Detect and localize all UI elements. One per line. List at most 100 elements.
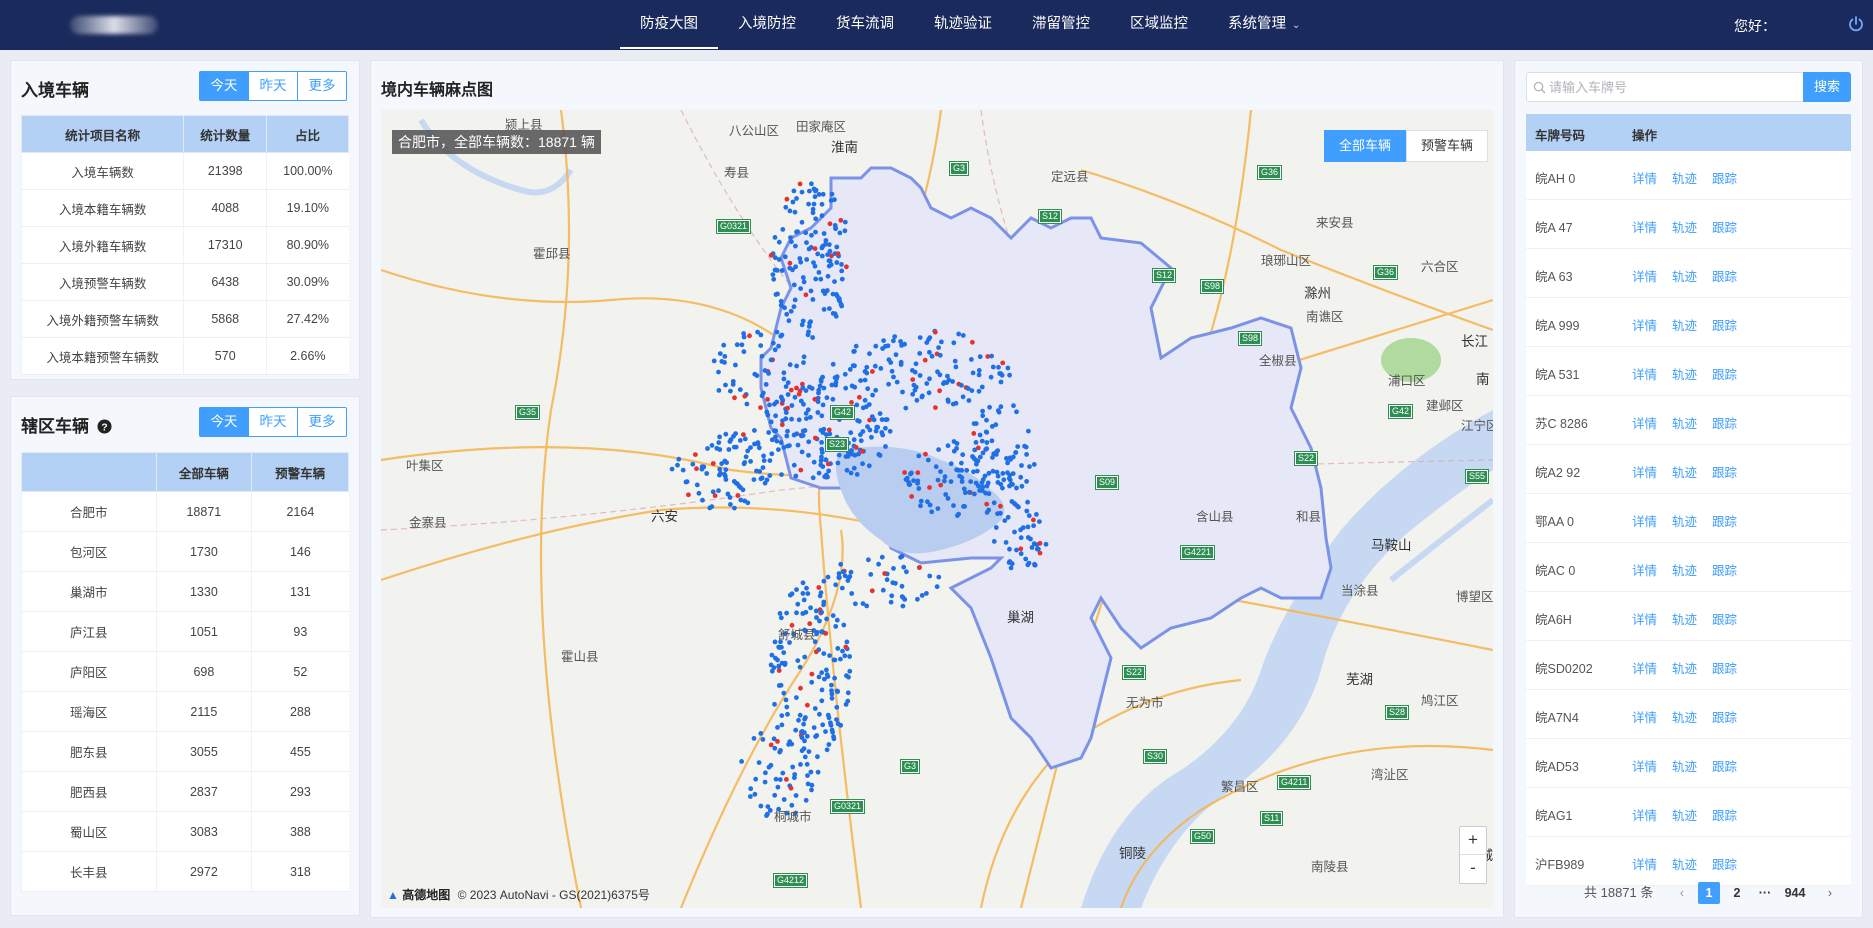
table-row[interactable]: 肥东县 3055 455: [21, 731, 349, 772]
follow-link[interactable]: 跟踪: [1712, 315, 1737, 334]
track-link[interactable]: 轨迹: [1672, 854, 1697, 873]
vehicle-dot: [1025, 535, 1031, 540]
segment-today[interactable]: 今天: [199, 407, 249, 437]
follow-link[interactable]: 跟踪: [1712, 462, 1737, 481]
detail-link[interactable]: 详情: [1632, 609, 1657, 628]
plate-search-input[interactable]: [1549, 73, 1799, 101]
detail-link[interactable]: 详情: [1632, 266, 1657, 285]
table-row[interactable]: 庐阳区 698 52: [21, 651, 349, 692]
track-link[interactable]: 轨迹: [1672, 217, 1697, 236]
vehicle-dot: [840, 648, 845, 654]
table-row[interactable]: 合肥市 18871 2164: [21, 491, 349, 532]
search-button[interactable]: 搜索: [1803, 72, 1851, 102]
table-row[interactable]: 长丰县 2972 318: [21, 851, 349, 892]
track-link[interactable]: 轨迹: [1672, 756, 1697, 775]
follow-link[interactable]: 跟踪: [1712, 511, 1737, 530]
follow-link[interactable]: 跟踪: [1712, 266, 1737, 285]
detail-link[interactable]: 详情: [1632, 511, 1657, 530]
follow-link[interactable]: 跟踪: [1712, 854, 1737, 873]
track-link[interactable]: 轨迹: [1672, 805, 1697, 824]
vehicle-dot: [987, 404, 992, 410]
table-row[interactable]: 巢湖市 1330 131: [21, 571, 349, 612]
vehicle-dot: [737, 387, 743, 392]
detail-link[interactable]: 详情: [1632, 462, 1657, 481]
zoom-out-button[interactable]: -: [1460, 855, 1486, 883]
follow-link[interactable]: 跟踪: [1712, 413, 1737, 432]
track-link[interactable]: 轨迹: [1672, 658, 1697, 677]
follow-link[interactable]: 跟踪: [1712, 805, 1737, 824]
table-row[interactable]: 肥西县 2837 293: [21, 771, 349, 812]
vehicle-dot: [881, 338, 886, 343]
track-link[interactable]: 轨迹: [1672, 315, 1697, 334]
table-row[interactable]: 瑶海区 2115 288: [21, 691, 349, 732]
track-link[interactable]: 轨迹: [1672, 413, 1697, 432]
follow-link[interactable]: 跟踪: [1712, 756, 1737, 775]
user-greeting: 您好：: [1734, 18, 1776, 34]
question-circle-icon[interactable]: ?: [97, 419, 112, 434]
table-row[interactable]: 庐江县 1051 93: [21, 611, 349, 652]
warning-vehicles-button[interactable]: 预警车辆: [1406, 130, 1489, 162]
detail-link[interactable]: 详情: [1632, 658, 1657, 677]
detail-link[interactable]: 详情: [1632, 364, 1657, 383]
segment-yesterday[interactable]: 昨天: [248, 71, 298, 101]
track-link[interactable]: 轨迹: [1672, 266, 1697, 285]
detail-link[interactable]: 详情: [1632, 756, 1657, 775]
segment-today[interactable]: 今天: [199, 71, 249, 101]
detail-link[interactable]: 详情: [1632, 707, 1657, 726]
page-last[interactable]: 944: [1784, 882, 1806, 904]
page-ellipsis[interactable]: ···: [1754, 882, 1776, 904]
segment-yesterday[interactable]: 昨天: [248, 407, 298, 437]
detail-link[interactable]: 详情: [1632, 805, 1657, 824]
nav-item-truck-tracing[interactable]: 货车流调: [816, 0, 914, 50]
page-1[interactable]: 1: [1698, 882, 1720, 904]
vehicle-dot: [854, 472, 860, 477]
vehicle-dot: [909, 494, 914, 499]
segment-more[interactable]: 更多: [297, 407, 347, 437]
page-2[interactable]: 2: [1726, 882, 1748, 904]
table-cell: 570: [183, 337, 267, 375]
track-link[interactable]: 轨迹: [1672, 462, 1697, 481]
vehicle-dot: [910, 391, 916, 397]
segment-more[interactable]: 更多: [297, 71, 347, 101]
table-row[interactable]: 包河区 1730 146: [21, 531, 349, 572]
power-icon[interactable]: [1846, 14, 1866, 34]
track-link[interactable]: 轨迹: [1672, 560, 1697, 579]
nav-item-epidemic-map[interactable]: 防疫大图: [620, 0, 718, 50]
nav-item-stranded-control[interactable]: 滞留管控: [1012, 0, 1110, 50]
follow-link[interactable]: 跟踪: [1712, 168, 1737, 187]
nav-item-system-manage[interactable]: 系统管理 ⌄: [1208, 0, 1320, 50]
vehicle-dot: [948, 479, 954, 484]
vehicle-dot: [830, 291, 836, 297]
next-page-button[interactable]: ›: [1820, 882, 1840, 904]
detail-link[interactable]: 详情: [1632, 217, 1657, 236]
follow-link[interactable]: 跟踪: [1712, 609, 1737, 628]
vehicle-dot: [1018, 551, 1024, 557]
entry-stats-table: 统计项目名称 统计数量 占比 入境车辆数 21398 100.00% 入境本籍车辆数 4…: [20, 115, 349, 375]
track-link[interactable]: 轨迹: [1672, 364, 1697, 383]
track-link[interactable]: 轨迹: [1672, 168, 1697, 187]
vehicle-dot: [803, 715, 808, 720]
follow-link[interactable]: 跟踪: [1712, 364, 1737, 383]
zoom-in-button[interactable]: +: [1460, 827, 1486, 855]
detail-link[interactable]: 详情: [1632, 560, 1657, 579]
detail-link[interactable]: 详情: [1632, 854, 1657, 873]
vehicle-dot: [732, 505, 737, 511]
vehicle-dot: [800, 591, 806, 596]
detail-link[interactable]: 详情: [1632, 413, 1657, 432]
nav-item-track-verify[interactable]: 轨迹验证: [914, 0, 1012, 50]
follow-link[interactable]: 跟踪: [1712, 217, 1737, 236]
follow-link[interactable]: 跟踪: [1712, 658, 1737, 677]
vehicle-dot-map[interactable]: 颍上县 八公山区 田家庵区 淮南 寿县 定远县 来安县 霍邱县 琅琊山区 六合区…: [381, 110, 1493, 908]
track-link[interactable]: 轨迹: [1672, 511, 1697, 530]
table-row[interactable]: 蜀山区 3083 388: [21, 811, 349, 852]
detail-link[interactable]: 详情: [1632, 315, 1657, 334]
detail-link[interactable]: 详情: [1632, 168, 1657, 187]
track-link[interactable]: 轨迹: [1672, 707, 1697, 726]
prev-page-button[interactable]: ‹: [1672, 882, 1692, 904]
all-vehicles-button[interactable]: 全部车辆: [1324, 130, 1407, 162]
track-link[interactable]: 轨迹: [1672, 609, 1697, 628]
follow-link[interactable]: 跟踪: [1712, 707, 1737, 726]
nav-item-area-monitor[interactable]: 区域监控: [1110, 0, 1208, 50]
follow-link[interactable]: 跟踪: [1712, 560, 1737, 579]
nav-item-entry-control[interactable]: 入境防控: [718, 0, 816, 50]
